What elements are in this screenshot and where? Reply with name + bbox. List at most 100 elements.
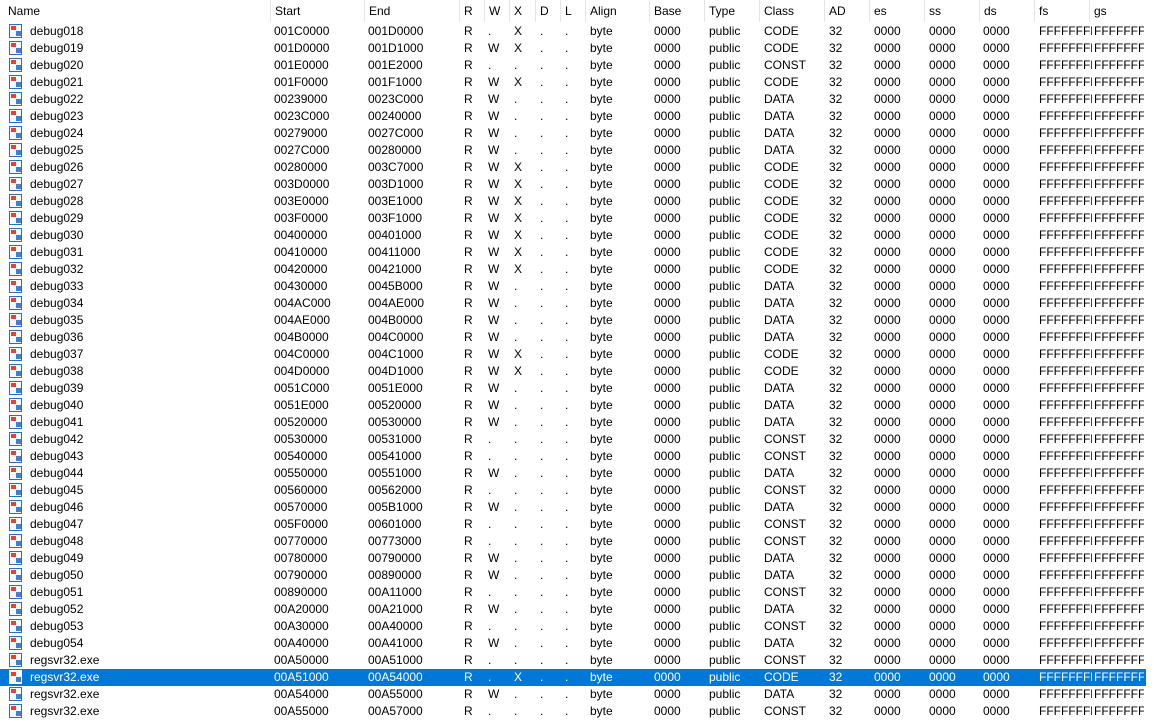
table-row[interactable]: debug018 001C0000 001D0000 R. X.. byte 0000 pub… [0, 23, 1146, 40]
cell-end: 00401000 [368, 228, 422, 242]
table-row[interactable]: debug024 00279000 0027C000 R W... byte 0000 pub… [0, 125, 1146, 142]
table-row[interactable]: debug052 00A20000 00A21000 R W... byte 0000 pub… [0, 601, 1146, 618]
table-row[interactable]: debug021 001F0000 001F1000 R W X.. byte 0000 pub… [0, 74, 1146, 91]
cell-name: debug032 [30, 262, 84, 276]
cell-end: 00A57000 [368, 704, 423, 718]
cell-class: DATA [764, 415, 795, 429]
table-row[interactable]: debug042 00530000 00531000 R.... byte 0000 pub… [0, 431, 1146, 448]
table-row[interactable]: debug054 00A40000 00A41000 R W... byte 0000 pub… [0, 635, 1146, 652]
cell-gs: FFFFFFFF [1094, 194, 1144, 208]
cell-w: W [488, 245, 500, 259]
column-header-end[interactable]: End [365, 0, 460, 22]
table-row[interactable]: debug050 00790000 00890000 R W... byte 0000 pub… [0, 567, 1146, 584]
cell-align: byte [590, 109, 613, 123]
table-row[interactable]: debug044 00550000 00551000 R W... byte 0000 pub… [0, 465, 1146, 482]
cell-base: 0000 [654, 585, 681, 599]
table-row[interactable]: debug026 00280000 003C7000 R W X.. byte 0000 pub… [0, 159, 1146, 176]
column-header-es[interactable]: es [870, 0, 925, 22]
column-header-class[interactable]: Class [760, 0, 825, 22]
cell-end: 00520000 [368, 398, 422, 412]
segment-icon [9, 500, 22, 514]
table-row[interactable]: debug031 00410000 00411000 R W X.. byte 0000 pub… [0, 244, 1146, 261]
column-header-d[interactable]: D [536, 0, 561, 22]
table-row[interactable]: debug032 00420000 00421000 R W X.. byte 0000 pub… [0, 261, 1146, 278]
table-row[interactable]: debug037 004C0000 004C1000 R W X.. byte 0000 pub… [0, 346, 1146, 363]
column-header-gs[interactable]: gs [1090, 0, 1146, 22]
table-row[interactable]: regsvr32.exe 00A55000 00A57000 R.... byte 000… [0, 703, 1146, 720]
table-row[interactable]: regsvr32.exe 00A51000 00A54000 R. X.. byte 000… [0, 669, 1146, 686]
table-row[interactable]: regsvr32.exe 00A54000 00A55000 R W... byte 000… [0, 686, 1146, 703]
cell-fs: FFFFFFFF [1039, 381, 1092, 395]
segments-table[interactable]: Name Start End R W X D L Align Base Type Class AD es s… [0, 0, 1154, 722]
cell-x: . [514, 381, 518, 395]
cell-es: 0000 [874, 143, 901, 157]
column-header-base[interactable]: Base [650, 0, 705, 22]
column-header-ss[interactable]: ss [925, 0, 980, 22]
table-row[interactable]: debug034 004AC000 004AE000 R W... byte 0000 pub… [0, 295, 1146, 312]
column-header-start[interactable]: Start [271, 0, 365, 22]
column-header-type[interactable]: Type [705, 0, 760, 22]
column-header-r[interactable]: R [460, 0, 485, 22]
cell-start: 00560000 [274, 483, 328, 497]
table-row[interactable]: debug046 00570000 005B1000 R W... byte 0000 pub… [0, 499, 1146, 516]
table-row[interactable]: debug038 004D0000 004D1000 R W X.. byte 0000 pub… [0, 363, 1146, 380]
cell-r: R [464, 279, 473, 293]
cell-class: CODE [764, 262, 799, 276]
column-header-x[interactable]: X [510, 0, 536, 22]
cell-start: 003D0000 [274, 177, 330, 191]
cell-w: W [488, 500, 500, 514]
column-header-name[interactable]: Name [4, 0, 271, 22]
table-row[interactable]: debug029 003F0000 003F1000 R W X.. byte 0000 pub… [0, 210, 1146, 227]
column-header-w[interactable]: W [485, 0, 510, 22]
cell-start: 00239000 [274, 92, 328, 106]
table-row[interactable]: debug041 00520000 00530000 R W... byte 0000 pub… [0, 414, 1146, 431]
table-row[interactable]: debug022 00239000 0023C000 R W... byte 0000 pub… [0, 91, 1146, 108]
table-row[interactable]: debug051 00890000 00A11000 R.... byte 0000 pub… [0, 584, 1146, 601]
cell-class: CODE [764, 670, 799, 684]
table-row[interactable]: debug030 00400000 00401000 R W X.. byte 0000 pub… [0, 227, 1146, 244]
cell-start: 001C0000 [274, 24, 330, 38]
segment-icon [9, 432, 22, 446]
cell-end: 00A41000 [368, 636, 423, 650]
table-row[interactable]: debug045 00560000 00562000 R.... byte 0000 pub… [0, 482, 1146, 499]
table-row[interactable]: debug036 004B0000 004C0000 R W... byte 0000 pub… [0, 329, 1146, 346]
cell-end: 00541000 [368, 449, 422, 463]
table-row[interactable]: debug019 001D0000 001D1000 R W X.. byte 0000 pub… [0, 40, 1146, 57]
table-row[interactable]: debug027 003D0000 003D1000 R W X.. byte 0000 pub… [0, 176, 1146, 193]
table-row[interactable]: debug025 0027C000 00280000 R W... byte 0000 pub… [0, 142, 1146, 159]
table-row[interactable]: debug040 0051E000 00520000 R W... byte 0000 pub… [0, 397, 1146, 414]
table-row[interactable]: debug047 005F0000 00601000 R.... byte 0000 pub… [0, 516, 1146, 533]
cell-fs: FFFFFFFF [1039, 415, 1092, 429]
cell-d: . [540, 585, 544, 599]
cell-d: . [540, 313, 544, 327]
column-header-align[interactable]: Align [586, 0, 650, 22]
cell-end: 00411000 [368, 245, 421, 259]
cell-ds: 0000 [983, 296, 1010, 310]
column-header-l[interactable]: L [561, 0, 586, 22]
table-row[interactable]: debug049 00780000 00790000 R W... byte 0000 pub… [0, 550, 1146, 567]
segment-icon [9, 670, 22, 684]
table-row[interactable]: debug035 004AE000 004B0000 R W... byte 0000 pub… [0, 312, 1146, 329]
table-row[interactable]: debug053 00A30000 00A40000 R.... byte 0000 pub… [0, 618, 1146, 635]
cell-l: . [565, 381, 569, 395]
table-row[interactable]: regsvr32.exe 00A50000 00A51000 R.... byte 000… [0, 652, 1146, 669]
column-header-fs[interactable]: fs [1035, 0, 1090, 22]
cell-x: . [514, 92, 518, 106]
table-row[interactable]: debug028 003E0000 003E1000 R W X.. byte 0000 pub… [0, 193, 1146, 210]
cell-ss: 0000 [929, 24, 956, 38]
table-row[interactable]: debug020 001E0000 001E2000 R.... byte 0000 pub… [0, 57, 1146, 74]
cell-l: . [565, 160, 569, 174]
cell-w: . [488, 432, 492, 446]
table-row[interactable]: debug039 0051C000 0051E000 R W... byte 0000 pub… [0, 380, 1146, 397]
cell-ad: 32 [829, 449, 843, 463]
segment-icon [9, 126, 22, 140]
table-row[interactable]: debug043 00540000 00541000 R.... byte 0000 pub… [0, 448, 1146, 465]
column-header-ad[interactable]: AD [825, 0, 870, 22]
cell-ds: 0000 [983, 177, 1010, 191]
segment-icon [9, 58, 22, 72]
table-row[interactable]: debug033 00430000 0045B000 R W... byte 0000 pub… [0, 278, 1146, 295]
column-header-ds[interactable]: ds [980, 0, 1035, 22]
cell-base: 0000 [654, 109, 681, 123]
table-row[interactable]: debug023 0023C000 00240000 R W... byte 0000 pub… [0, 108, 1146, 125]
table-row[interactable]: debug048 00770000 00773000 R.... byte 0000 pub… [0, 533, 1146, 550]
